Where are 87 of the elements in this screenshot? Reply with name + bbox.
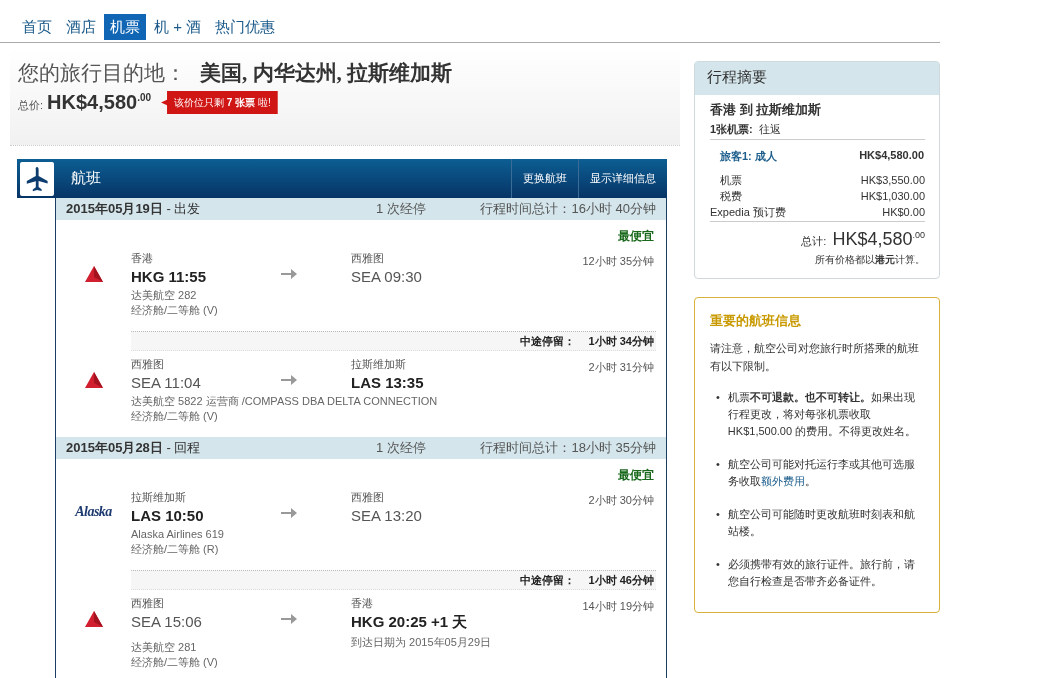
arrival-city: 拉斯维加斯 xyxy=(351,357,407,372)
departure-time: SEA 11:04 xyxy=(131,374,202,391)
segment-duration: 2小时 30分钟 xyxy=(588,493,654,508)
layover-label: 中途停留： xyxy=(519,333,575,349)
fee-value: HK$3,550.00 xyxy=(860,173,925,188)
nav-tab[interactable]: 热门优惠 xyxy=(209,14,282,40)
leg-total-time: 行程时间总计：16小时 40分钟 xyxy=(479,200,656,218)
cheapest-tag: 最便宜 xyxy=(618,229,654,243)
info-bullet: 航空公司可能对托运行李或其他可选服务收取额外费用。 xyxy=(727,457,916,489)
arrival-date-note: 到达日期为 2015年05月29日 xyxy=(351,635,492,650)
triangle-logo-icon xyxy=(83,610,104,628)
airline-logo: Alaska xyxy=(75,504,112,521)
segment-duration: 14小时 19分钟 xyxy=(582,599,654,614)
arrow-icon xyxy=(281,613,297,625)
cheapest-tag: 最便宜 xyxy=(618,468,654,482)
traveler-price: HK$4,580.00 xyxy=(859,149,924,163)
flights-title: 航班 xyxy=(71,169,102,188)
summary-total-price: HK$4,580$^{.00}$ xyxy=(832,229,925,250)
fee-value: HK$1,030.00 xyxy=(860,189,925,204)
nav-tab[interactable]: 机票 xyxy=(104,14,146,40)
arrival-time: SEA 13:20 xyxy=(351,507,423,524)
departure-city: 香港 xyxy=(131,251,154,266)
info-intro: 请注意，航空公司对您旅行时所搭乘的航班有以下限制。 xyxy=(710,341,920,374)
summary-route: 香港 到 拉斯维加斯 xyxy=(710,101,823,119)
info-bullet: 机票不可退款。也不可转让。如果出现行程更改，将对每张机票收取 HK$1,500.00 的费用。不得更改姓名。 xyxy=(727,390,918,439)
departure-city: 西雅图 xyxy=(131,596,165,611)
arrow-icon xyxy=(281,374,297,386)
leg-total-time: 行程时间总计：18小时 35分钟 xyxy=(479,439,656,457)
departure-city: 拉斯维加斯 xyxy=(131,490,187,505)
leg-stops: 1 次经停 xyxy=(375,439,427,457)
layover-duration: 1小时 46分钟 xyxy=(588,572,654,588)
info-bullet: 必须携带有效的旅行证件。旅行前，请您自行检查是否带齐必备证件。 xyxy=(727,557,916,589)
tickets-label: 1张机票: xyxy=(710,122,753,137)
layover-label: 中途停留： xyxy=(519,572,575,588)
departure-time: HKG 11:55 xyxy=(131,268,208,285)
segment-duration: 12小时 35分钟 xyxy=(582,254,654,269)
total-price: HK$4,580$^{.00}$ xyxy=(47,91,152,114)
trip-type: 往返 xyxy=(758,122,781,137)
fee-label: Expedia 预订费 xyxy=(710,205,786,220)
nav-tab[interactable]: 酒店 xyxy=(60,14,102,40)
arrow-icon xyxy=(281,268,297,280)
triangle-logo-icon xyxy=(83,265,104,283)
segment-duration: 2小时 31分钟 xyxy=(588,360,654,375)
fee-label: 机票 xyxy=(720,173,742,188)
arrival-time: HKG 20:25 +1 天 xyxy=(351,613,469,632)
flight-info: 达美航空 281 xyxy=(131,640,198,655)
arrival-time: LAS 13:35 xyxy=(351,374,425,391)
departure-time: SEA 15:06 xyxy=(131,613,203,630)
flight-info: Alaska Airlines 619 xyxy=(131,527,224,542)
total-label: 总价: xyxy=(18,98,44,113)
info-title: 重要的航班信息 xyxy=(710,312,802,330)
summary-title: 行程摘要 xyxy=(695,62,939,95)
arrival-city: 西雅图 xyxy=(351,251,385,266)
summary-total-label: 总计: xyxy=(801,234,827,249)
flight-info: 达美航空 5822 运营商 /COMPASS DBA DELTA CONNECTION xyxy=(131,394,438,409)
flight-info: 经济舱/二等舱 (V) xyxy=(131,409,219,424)
arrival-city: 香港 xyxy=(351,596,374,611)
triangle-logo-icon xyxy=(83,371,104,389)
destination-label: 您的旅行目的地： xyxy=(18,60,186,87)
leg-date: 2015年05月28日 - 回程 xyxy=(66,439,202,457)
bullet-marker: • xyxy=(716,457,720,472)
arrival-time: SEA 09:30 xyxy=(351,268,423,285)
flight-info: 经济舱/二等舱 (V) xyxy=(131,303,218,318)
bullet-marker: • xyxy=(716,507,720,522)
bullet-marker: • xyxy=(716,390,720,405)
fee-label: 税费 xyxy=(720,189,742,204)
info-bullet: 航空公司可能随时更改航班时刻表和航站楼。 xyxy=(727,507,916,539)
flight-info: 达美航空 282 xyxy=(131,288,198,303)
flight-info: 经济舱/二等舱 (V) xyxy=(131,655,218,670)
traveler-label: 旅客1: 成人 xyxy=(720,149,777,164)
leg-stops: 1 次经停 xyxy=(375,200,427,218)
departure-time: LAS 10:50 xyxy=(131,507,205,524)
airplane-icon xyxy=(20,161,54,196)
destination-value: 美国, 内华达州, 拉斯维加斯 xyxy=(200,60,452,87)
leg-date: 2015年05月19日 - 出发 xyxy=(66,200,202,218)
layover-duration: 1小时 34分钟 xyxy=(588,333,654,349)
currency-note: 所有价格都以港元计算。 xyxy=(814,253,925,267)
arrival-city: 西雅图 xyxy=(351,490,385,505)
bullet-marker: • xyxy=(716,557,720,572)
nav-tab[interactable]: 首页 xyxy=(16,14,58,40)
arrow-icon xyxy=(281,507,297,519)
flight-info: 经济舱/二等舱 (R) xyxy=(131,542,220,557)
seats-left-badge: 该价位只剩 7 张票 啦! xyxy=(161,91,278,114)
fee-value: HK$0.00 xyxy=(882,205,925,220)
nav-tab[interactable]: 机 + 酒 xyxy=(148,14,208,40)
extra-fees-link[interactable]: 额外费用 xyxy=(760,475,805,487)
departure-city: 西雅图 xyxy=(131,357,165,372)
